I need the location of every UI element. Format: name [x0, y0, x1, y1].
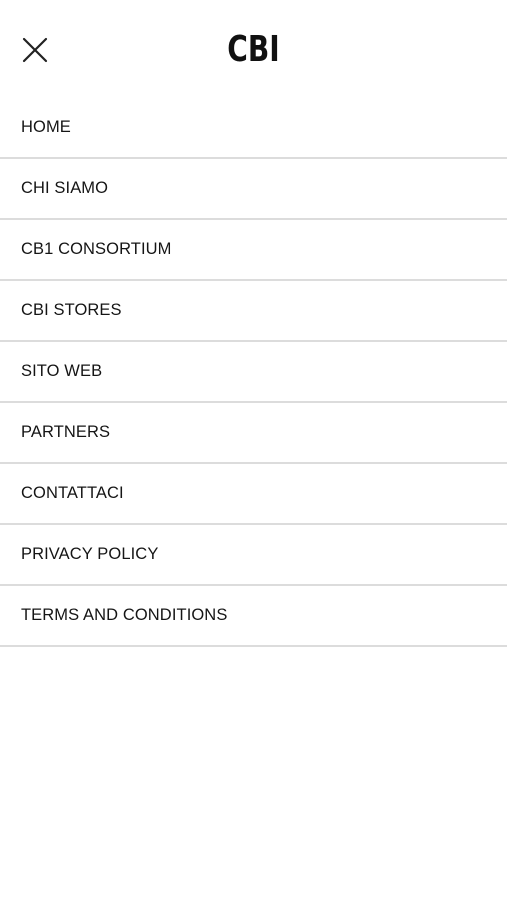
menu-item-contattaci[interactable]: CONTATTACI — [0, 464, 507, 525]
menu-item-chi-siamo[interactable]: CHI SIAMO — [0, 159, 507, 220]
menu-item-cb1-consortium[interactable]: CB1 CONSORTIUM — [0, 220, 507, 281]
brand-logo: CBI — [227, 29, 280, 70]
menu-item-label: CB1 CONSORTIUM — [21, 240, 172, 258]
menu-item-privacy-policy[interactable]: PRIVACY POLICY — [0, 525, 507, 586]
menu-item-label: PARTNERS — [21, 423, 111, 441]
menu-item-label: CBI STORES — [21, 301, 122, 319]
navigation-menu: HOME CHI SIAMO CB1 CONSORTIUM CBI STORES… — [0, 98, 507, 647]
menu-item-label: CHI SIAMO — [21, 179, 109, 197]
close-button[interactable] — [18, 33, 52, 67]
menu-item-label: PRIVACY POLICY — [21, 545, 159, 563]
menu-item-cbi-stores[interactable]: CBI STORES — [0, 281, 507, 342]
menu-item-label: CONTATTACI — [21, 484, 124, 502]
menu-item-label: TERMS AND CONDITIONS — [21, 606, 228, 624]
menu-item-terms-and-conditions[interactable]: TERMS AND CONDITIONS — [0, 586, 507, 647]
menu-header: CBI — [0, 0, 507, 98]
menu-item-home[interactable]: HOME — [0, 98, 507, 159]
menu-item-label: SITO WEB — [21, 362, 103, 380]
menu-item-label: HOME — [21, 118, 71, 136]
close-icon — [22, 37, 48, 63]
menu-item-sito-web[interactable]: SITO WEB — [0, 342, 507, 403]
menu-item-partners[interactable]: PARTNERS — [0, 403, 507, 464]
